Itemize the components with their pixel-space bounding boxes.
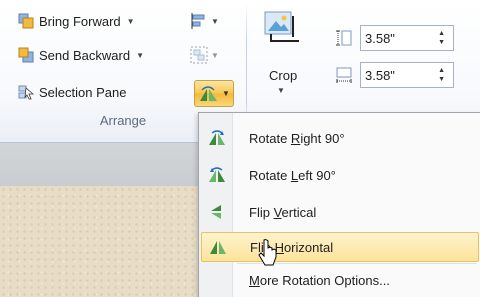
chevron-down-icon[interactable]: ▼ — [127, 17, 135, 26]
rotate-dropdown-menu: Rotate Right 90° Rotate Left 90° Flip Ve… — [198, 112, 480, 297]
menu-item-label: Flip Vertical — [249, 204, 317, 220]
bring-forward-label: Bring Forward — [39, 13, 121, 29]
send-backward-button[interactable]: Send Backward ▼ — [18, 44, 144, 66]
chevron-down-icon: ▼ — [222, 89, 230, 98]
align-icon — [191, 13, 205, 29]
chevron-down-icon[interactable]: ▼ — [211, 17, 219, 26]
crop-label[interactable]: Crop — [269, 68, 297, 83]
height-icon — [334, 28, 354, 48]
chevron-down-icon[interactable]: ▼ — [136, 51, 144, 60]
background-sand — [0, 186, 200, 297]
height-spinner[interactable]: ▲ ▼ — [438, 29, 445, 47]
group-button[interactable]: ▼ — [190, 44, 219, 66]
flip-vertical-icon — [201, 197, 233, 227]
chevron-down-icon[interactable]: ▼ — [277, 86, 285, 95]
align-button[interactable]: ▼ — [190, 10, 219, 32]
width-spinner[interactable]: ▲ ▼ — [438, 66, 445, 84]
menu-item-label: More Rotation Options... — [249, 272, 390, 288]
bring-forward-button[interactable]: Bring Forward ▼ — [18, 10, 135, 32]
height-value: 3.58" — [365, 30, 395, 46]
chevron-down-icon[interactable]: ▼ — [211, 51, 219, 60]
crop-icon[interactable] — [263, 10, 301, 44]
menu-item-rotate-left[interactable]: Rotate Left 90° — [201, 160, 479, 190]
background-slate — [0, 143, 200, 186]
shape-width-row: 3.58" ▲ ▼ — [334, 62, 464, 88]
menu-item-label: Rotate Right 90° — [249, 130, 345, 146]
menu-item-flip-vertical[interactable]: Flip Vertical — [201, 197, 479, 227]
width-value: 3.58" — [365, 67, 395, 83]
selection-pane-icon — [18, 84, 35, 100]
menu-item-more-rotation-options[interactable]: More Rotation Options... — [201, 265, 479, 295]
rotate-button[interactable]: ▼ — [194, 80, 234, 107]
rotate-icon — [200, 85, 218, 101]
height-input[interactable]: 3.58" ▲ ▼ — [360, 25, 454, 51]
selection-pane-button[interactable]: Selection Pane — [18, 81, 126, 103]
send-backward-icon — [18, 47, 34, 63]
menu-item-rotate-right[interactable]: Rotate Right 90° — [201, 123, 479, 153]
width-icon — [334, 65, 354, 85]
shape-height-row: 3.58" ▲ ▼ — [334, 25, 464, 51]
selection-pane-label: Selection Pane — [39, 84, 127, 100]
send-backward-label: Send Backward — [39, 47, 131, 63]
menu-item-label: Rotate Left 90° — [249, 167, 336, 183]
width-input[interactable]: 3.58" ▲ ▼ — [360, 62, 454, 88]
rotate-right-icon — [201, 123, 233, 153]
group-icon — [190, 46, 208, 64]
flip-horizontal-icon — [202, 232, 234, 262]
menu-item-flip-horizontal[interactable]: Flip Horizontal — [201, 232, 479, 262]
rotate-left-icon — [201, 160, 233, 190]
bring-forward-icon — [18, 13, 34, 29]
mouse-cursor-icon — [258, 238, 278, 268]
